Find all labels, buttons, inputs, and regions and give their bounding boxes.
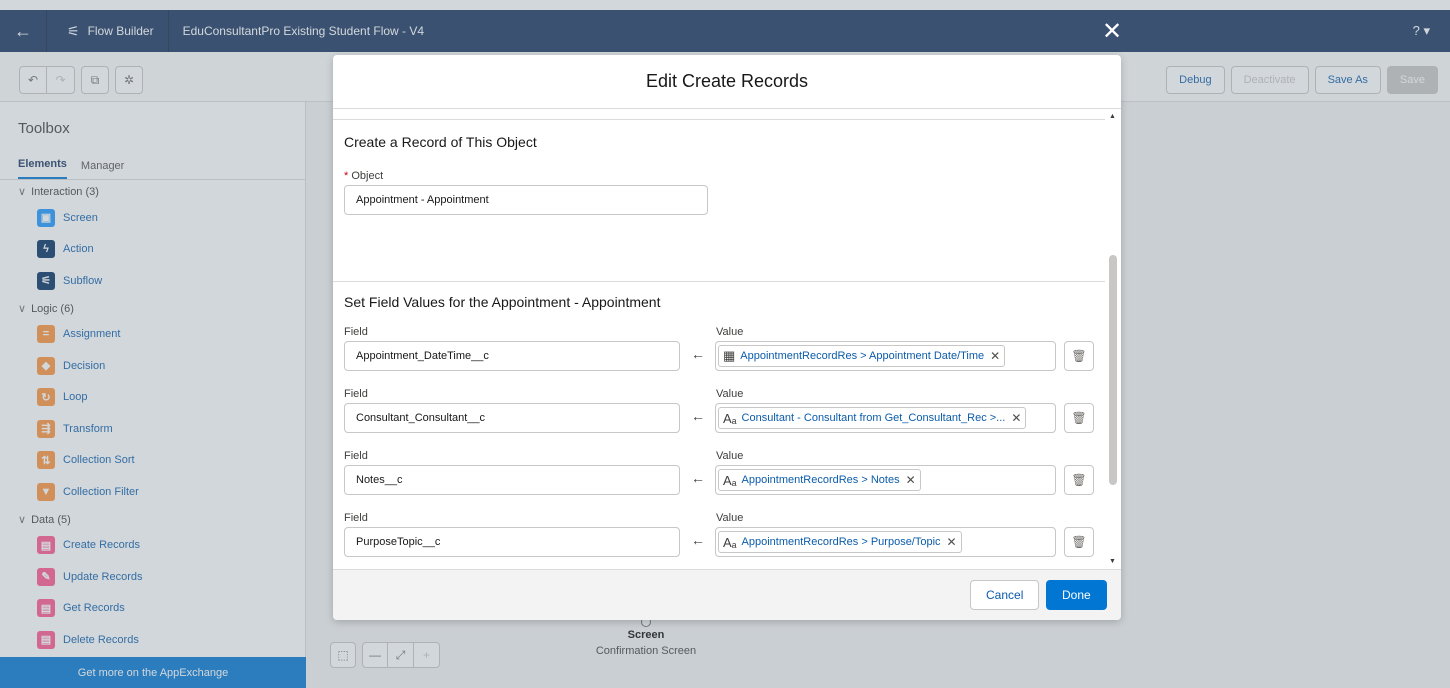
value-pill[interactable]: ▦ AppointmentRecordRes > Appointment Date… bbox=[718, 345, 1006, 367]
field-label: Field bbox=[344, 326, 368, 338]
modal-title: Edit Create Records bbox=[333, 55, 1121, 109]
value-pill[interactable]: Aₐ AppointmentRecordRes > Purpose/Topic ✕ bbox=[718, 531, 962, 553]
modal-footer: Cancel Done bbox=[333, 569, 1121, 620]
cancel-button[interactable]: Cancel bbox=[970, 580, 1040, 610]
text-icon: Aₐ bbox=[723, 410, 737, 426]
field-input[interactable]: Appointment_DateTime__c bbox=[344, 341, 680, 371]
field-input[interactable]: Consultant_Consultant__c bbox=[344, 403, 680, 433]
value-pill[interactable]: Aₐ AppointmentRecordRes > Notes ✕ bbox=[718, 469, 921, 491]
value-pill-text: AppointmentRecordRes > Notes bbox=[741, 474, 900, 486]
value-pill-text: AppointmentRecordRes > Purpose/Topic bbox=[741, 536, 941, 548]
field-values-title: Set Field Values for the Appointment - A… bbox=[344, 294, 661, 310]
left-arrow-icon: ← bbox=[691, 470, 705, 486]
object-input[interactable]: Appointment - Appointment bbox=[344, 185, 708, 215]
remove-icon[interactable]: ✕ bbox=[1011, 411, 1021, 425]
delete-row-icon[interactable]: 🗑 bbox=[1064, 403, 1094, 433]
delete-row-icon[interactable]: 🗑 bbox=[1064, 527, 1094, 557]
remove-icon[interactable]: ✕ bbox=[990, 349, 1000, 363]
calendar-icon: ▦ bbox=[723, 348, 736, 363]
field-values-section: Set Field Values for the Appointment - A… bbox=[333, 281, 1105, 569]
field-label: Field bbox=[344, 450, 368, 462]
value-pill[interactable]: Aₐ Consultant - Consultant from Get_Consu… bbox=[718, 407, 1027, 429]
value-input[interactable]: Aₐ AppointmentRecordRes > Purpose/Topic ✕ bbox=[715, 527, 1056, 557]
delete-row-icon[interactable]: 🗑 bbox=[1064, 341, 1094, 371]
edit-create-records-modal: Edit Create Records Create a Record of T… bbox=[333, 55, 1121, 620]
field-input[interactable]: PurposeTopic__c bbox=[344, 527, 680, 557]
object-section-title: Create a Record of This Object bbox=[344, 134, 537, 150]
field-input[interactable]: Notes__c bbox=[344, 465, 680, 495]
object-section: Create a Record of This Object * Object … bbox=[333, 119, 1105, 279]
value-pill-text: AppointmentRecordRes > Appointment Date/… bbox=[740, 350, 985, 362]
value-label: Value bbox=[716, 450, 744, 462]
value-pill-text: Consultant - Consultant from Get_Consult… bbox=[741, 412, 1006, 424]
delete-row-icon[interactable]: 🗑 bbox=[1064, 465, 1094, 495]
text-icon: Aₐ bbox=[723, 472, 737, 488]
left-arrow-icon: ← bbox=[691, 532, 705, 548]
remove-icon[interactable]: ✕ bbox=[906, 473, 916, 487]
text-icon: Aₐ bbox=[723, 534, 737, 550]
value-label: Value bbox=[716, 326, 744, 338]
object-field-label: * Object bbox=[344, 170, 383, 182]
left-arrow-icon: ← bbox=[691, 346, 705, 362]
left-arrow-icon: ← bbox=[691, 408, 705, 424]
value-input[interactable]: Aₐ Consultant - Consultant from Get_Consu… bbox=[715, 403, 1056, 433]
modal-scrollbar[interactable]: ▲ ▼ bbox=[1108, 109, 1118, 569]
value-label: Value bbox=[716, 388, 744, 400]
remove-icon[interactable]: ✕ bbox=[947, 535, 957, 549]
scrollbar-thumb[interactable] bbox=[1109, 255, 1117, 485]
scroll-down-icon[interactable]: ▼ bbox=[1109, 558, 1116, 565]
field-label: Field bbox=[344, 388, 368, 400]
object-label-text: Object bbox=[351, 170, 384, 182]
modal-body: Create a Record of This Object * Object … bbox=[333, 109, 1121, 569]
scroll-up-icon[interactable]: ▲ bbox=[1109, 113, 1116, 120]
value-input[interactable]: Aₐ AppointmentRecordRes > Notes ✕ bbox=[715, 465, 1056, 495]
value-label: Value bbox=[716, 512, 744, 524]
done-button[interactable]: Done bbox=[1046, 580, 1107, 610]
field-label: Field bbox=[344, 512, 368, 524]
close-icon[interactable]: ✕ bbox=[1102, 20, 1122, 44]
value-input[interactable]: ▦ AppointmentRecordRes > Appointment Date… bbox=[715, 341, 1056, 371]
